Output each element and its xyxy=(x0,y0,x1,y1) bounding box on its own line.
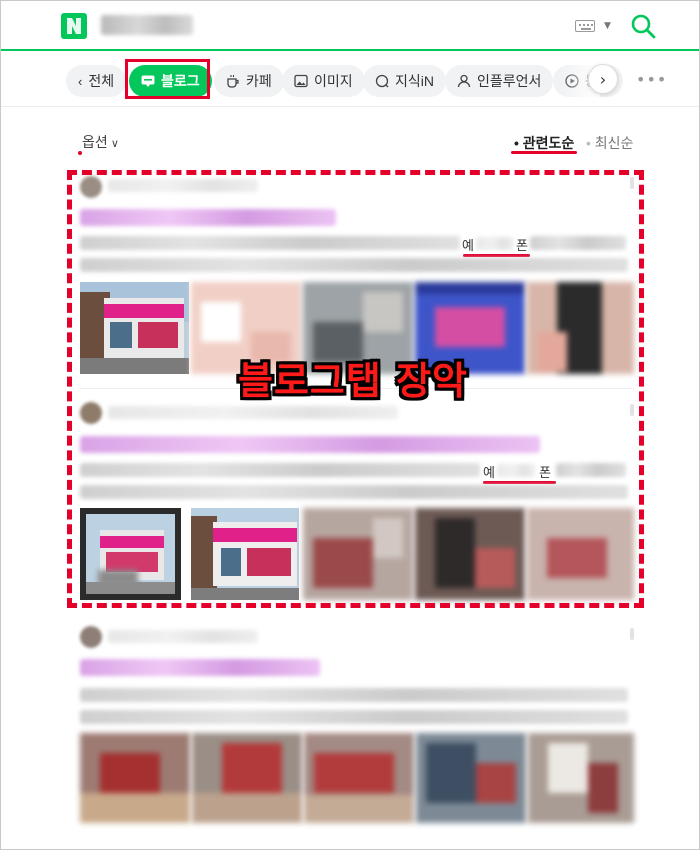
selected-dot-icon: • xyxy=(514,135,523,151)
author-name-blurred[interactable] xyxy=(108,630,258,643)
naver-logo-icon[interactable] xyxy=(61,13,87,39)
tab-image-label: 이미지 xyxy=(314,73,353,89)
sort-latest[interactable]: • 최신순 xyxy=(586,133,633,153)
tab-image[interactable]: 이미지 xyxy=(282,65,365,97)
post-image[interactable] xyxy=(528,733,634,823)
tab-all-label: 전체 xyxy=(88,73,115,89)
annotation-caption: 블로그탭 장악 xyxy=(238,359,468,403)
sort-latest-label: 최신순 xyxy=(594,135,634,151)
sort-relevance-label: 관련도순 xyxy=(522,135,575,151)
post-image[interactable] xyxy=(80,733,190,823)
blog-tab-highlight xyxy=(125,59,210,99)
sort-relevance[interactable]: • 관련도순 xyxy=(514,133,574,153)
person-icon xyxy=(457,74,471,88)
chevron-right-icon[interactable]: › xyxy=(588,64,618,94)
image-icon xyxy=(294,74,308,88)
post-image[interactable] xyxy=(192,733,302,823)
cafe-icon xyxy=(226,74,240,88)
tab-cafe[interactable]: 카페 xyxy=(214,65,284,97)
tab-all[interactable]: ‹ 전체 xyxy=(66,65,127,97)
options-label: 옵션 xyxy=(82,134,108,150)
post-menu-icon[interactable] xyxy=(630,628,634,640)
post-title-blurred[interactable] xyxy=(80,659,320,676)
tab-influencer[interactable]: 인플루언서 xyxy=(445,65,554,97)
chevron-down-icon: ∨ xyxy=(107,138,119,150)
kin-icon xyxy=(375,74,389,88)
author-avatar[interactable] xyxy=(80,626,102,648)
chevron-left-icon: ‹ xyxy=(78,73,83,89)
tab-cafe-label: 카페 xyxy=(246,73,272,89)
tab-influencer-label: 인플루언서 xyxy=(477,73,542,89)
post-image[interactable] xyxy=(304,733,414,823)
options-marker-dot xyxy=(78,151,82,155)
keyboard-icon[interactable] xyxy=(575,20,595,32)
search-query-blurred[interactable] xyxy=(101,15,193,35)
sort-relevance-underline xyxy=(511,151,577,154)
tab-kin-label: 지식iN xyxy=(395,73,434,89)
search-icon[interactable] xyxy=(629,12,657,40)
dot-icon: • xyxy=(586,135,595,151)
post-snippet-line xyxy=(80,688,628,702)
header-divider xyxy=(1,106,699,107)
post-snippet-line xyxy=(80,710,628,724)
search-header: ▼ xyxy=(1,1,699,51)
post-image[interactable] xyxy=(416,733,526,823)
tab-kin[interactable]: 지식iN xyxy=(363,65,446,97)
keyboard-dropdown-icon[interactable]: ▼ xyxy=(604,21,611,31)
options-dropdown[interactable]: 옵션 ∨ xyxy=(82,132,119,152)
more-icon[interactable]: ••• xyxy=(636,70,667,89)
